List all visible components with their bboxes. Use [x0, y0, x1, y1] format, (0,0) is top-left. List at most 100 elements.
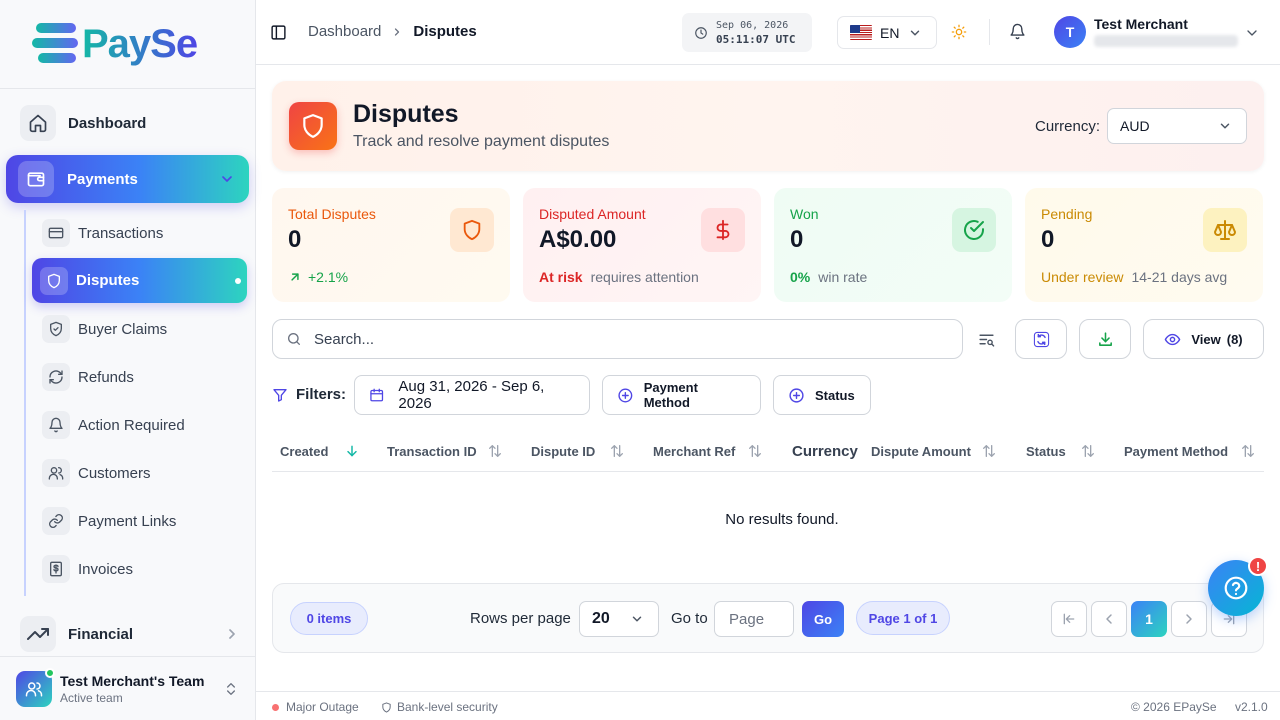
sidebar-item-label: Buyer Claims: [78, 320, 168, 338]
sidebar-item-label: Customers: [78, 464, 151, 482]
clock-date: Sep 06, 2026: [716, 19, 789, 31]
card-icon: [42, 219, 70, 247]
users-icon: [25, 681, 43, 696]
chevron-down-icon[interactable]: [1244, 25, 1260, 41]
sort-icon: [983, 445, 995, 457]
filters-label: Filters:: [272, 386, 346, 403]
sidebar-item-label: Payment Links: [78, 512, 177, 530]
team-avatar: [16, 667, 55, 707]
sidebar-item-refunds[interactable]: Refunds: [42, 363, 134, 391]
team-name: Test Merchant's Team: [60, 672, 205, 689]
sidebar-item-payment-links[interactable]: Payment Links: [42, 507, 176, 535]
filters-text: Filters:: [296, 386, 347, 403]
breadcrumb-current: Disputes: [413, 23, 477, 40]
column-header-currency[interactable]: Currency: [792, 443, 858, 460]
stat-label: Disputed Amount: [539, 206, 646, 222]
stat-footer: 0% win rate: [790, 269, 867, 285]
date-range-text: Aug 31, 2026 - Sep 6, 2026: [398, 378, 545, 412]
date-range-picker[interactable]: Aug 31, 2026 - Sep 6, 2026: [354, 375, 590, 415]
column-label: Merchant Ref: [653, 444, 736, 459]
bell-icon: [42, 411, 70, 439]
trend-icon: [20, 616, 56, 652]
system-status[interactable]: Major Outage: [272, 700, 359, 714]
user-email-redacted: [1094, 35, 1238, 47]
check-circle-icon: [952, 208, 996, 252]
sidebar-item-financial[interactable]: Financial: [20, 616, 240, 652]
user-avatar[interactable]: T: [1054, 16, 1086, 48]
arrow-up-right-icon: [291, 273, 299, 281]
list-filter-icon[interactable]: [978, 331, 995, 348]
chevron-right-icon: [229, 629, 235, 639]
sidebar-item-disputes[interactable]: Disputes: [32, 258, 247, 303]
sidebar-toggle-icon[interactable]: [270, 24, 287, 41]
column-header-payment-method[interactable]: Payment Method: [1124, 444, 1254, 459]
language-select[interactable]: EN: [837, 16, 937, 49]
stat-trend: +2.1%: [308, 269, 349, 285]
stat-foot-muted: 14-21 days avg: [1131, 269, 1228, 285]
online-indicator: [45, 667, 55, 678]
currency-select[interactable]: AUD: [1107, 108, 1247, 144]
sidebar-item-label: Payments: [67, 170, 138, 188]
help-alert-badge: !: [1248, 556, 1268, 576]
filter-payment-method[interactable]: Payment Method: [602, 375, 761, 415]
column-header-dispute-id[interactable]: Dispute ID: [531, 444, 623, 459]
sun-icon[interactable]: [951, 24, 967, 40]
page-button-current[interactable]: 1: [1131, 601, 1167, 637]
sidebar-item-dashboard[interactable]: Dashboard: [20, 105, 146, 141]
prev-page-button[interactable]: [1091, 601, 1127, 637]
sidebar-item-buyer-claims[interactable]: Buyer Claims: [42, 315, 167, 343]
users-icon: [42, 459, 70, 487]
clock-time: 05:11:07 UTC: [716, 32, 796, 46]
active-indicator: [235, 277, 241, 284]
column-header-transaction-id[interactable]: Transaction ID: [387, 444, 501, 459]
search-input[interactable]: [314, 330, 914, 348]
breadcrumb: Dashboard Disputes: [308, 23, 477, 40]
rows-per-page-label: Rows per page: [470, 610, 571, 627]
plus-circle-icon: [618, 388, 633, 402]
column-header-created[interactable]: Created: [280, 444, 357, 459]
go-button[interactable]: Go: [802, 601, 844, 637]
team-switcher[interactable]: Test Merchant's Team Active team: [0, 656, 255, 720]
stat-card-won: Won 0 0% win rate: [774, 188, 1012, 302]
refresh-button[interactable]: [1015, 319, 1067, 359]
column-header-dispute-amount[interactable]: Dispute Amount: [871, 444, 995, 459]
shield-icon: [382, 701, 391, 713]
sidebar-item-payments[interactable]: Payments: [6, 155, 249, 203]
stat-foot-strong: At risk: [539, 269, 583, 285]
breadcrumb-dashboard[interactable]: Dashboard: [308, 23, 381, 40]
column-header-status[interactable]: Status: [1026, 444, 1094, 459]
view-columns-button[interactable]: View (8): [1143, 319, 1264, 359]
sidebar-item-invoices[interactable]: Invoices: [42, 555, 133, 583]
download-button[interactable]: [1079, 319, 1131, 359]
chevron-right-icon: [395, 27, 400, 36]
rows-per-page-select[interactable]: 20: [579, 601, 659, 637]
view-label: View: [1191, 331, 1221, 347]
page-indicator: Page 1 of 1: [856, 601, 950, 635]
page-input[interactable]: [714, 601, 794, 637]
first-page-button[interactable]: [1051, 601, 1087, 637]
sidebar-item-transactions[interactable]: Transactions: [42, 219, 163, 247]
filter-status[interactable]: Status: [773, 375, 871, 415]
status-text: Major Outage: [286, 700, 359, 714]
next-page-button[interactable]: [1171, 601, 1207, 637]
user-name[interactable]: Test Merchant: [1094, 16, 1188, 32]
column-label: Created: [280, 444, 329, 459]
sidebar: PaySe Dashboard Payments Transactions Di…: [0, 0, 256, 720]
stat-footer: Under review 14-21 days avg: [1041, 269, 1227, 285]
shield-icon: [289, 102, 337, 150]
chevrons-left-bar-icon: [1063, 613, 1075, 625]
wallet-icon: [18, 161, 54, 197]
brand-logo[interactable]: PaySe: [0, 0, 255, 89]
shield-check-icon: [42, 315, 70, 343]
security-text: Bank-level security: [397, 700, 498, 714]
bell-icon[interactable]: [1009, 23, 1026, 40]
stat-value: 0: [288, 226, 302, 253]
search-bar[interactable]: [272, 319, 963, 359]
sidebar-item-label: Disputes: [76, 272, 140, 289]
sidebar-item-action-required[interactable]: Action Required: [42, 411, 185, 439]
sidebar-item-customers[interactable]: Customers: [42, 459, 151, 487]
arrow-down-icon: [347, 445, 357, 457]
column-header-merchant-ref[interactable]: Merchant Ref: [653, 444, 761, 459]
view-count: (8): [1226, 331, 1243, 347]
shield-icon: [40, 266, 68, 295]
